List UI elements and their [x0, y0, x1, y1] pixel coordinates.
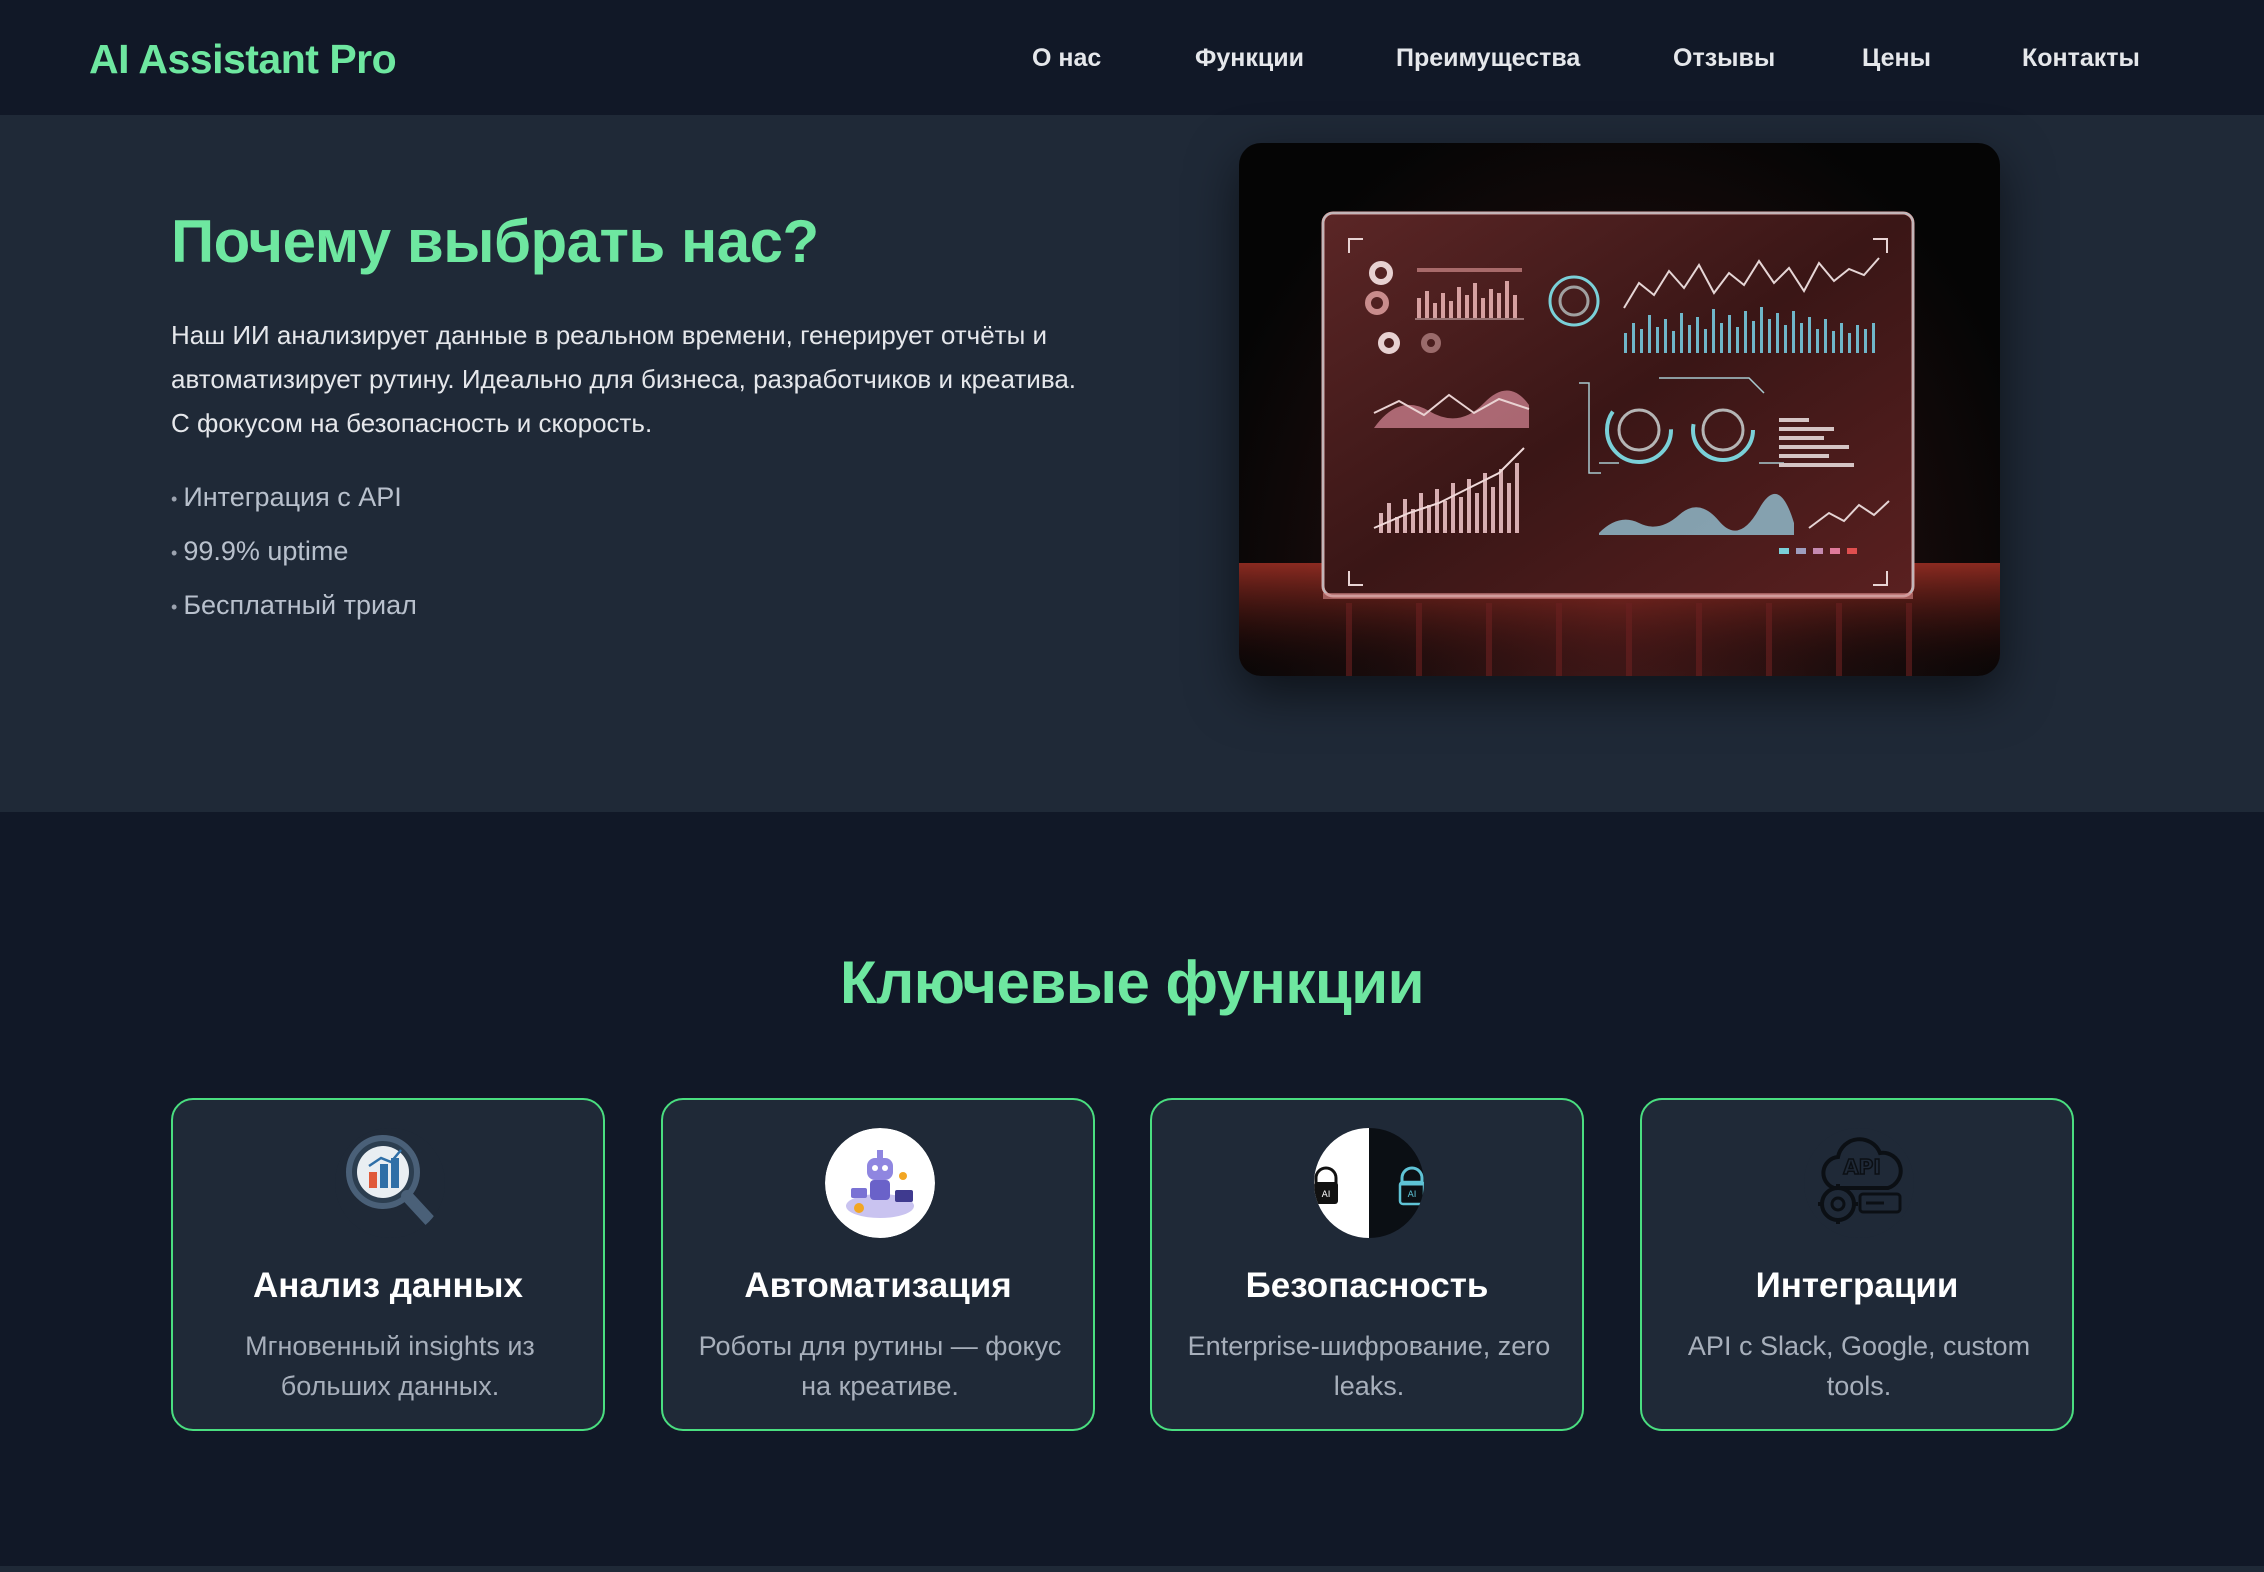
nav-link-reviews[interactable]: Отзывы — [1673, 44, 1775, 73]
section-divider — [0, 1566, 2264, 1572]
hero-title: Почему выбрать нас? — [171, 208, 819, 275]
features-title: Ключевые функции — [839, 949, 1425, 1016]
hero-bullet: • 99.9% uptime — [171, 536, 349, 566]
feature-card-integrations[interactable]: API Интеграции API с Slack, Google, cust… — [1640, 1098, 2074, 1431]
feature-card-description: Мгновенный insights из больших данных. — [245, 1331, 535, 1401]
nav-link-about[interactable]: О нас — [1032, 44, 1101, 73]
feature-card-title: Интеграции — [1755, 1266, 1959, 1305]
feature-card-automation[interactable]: Автоматизация Роботы для рутины — фокус … — [661, 1098, 1095, 1431]
security-lock-icon: AI AI — [1314, 1128, 1424, 1238]
feature-card-security[interactable]: AI AI Безопасность Enterprise-шифрование… — [1150, 1098, 1584, 1431]
svg-text:AI: AI — [1322, 1190, 1331, 1200]
nav-link-contacts[interactable]: Контакты — [2022, 44, 2140, 73]
dashboard-hero-image — [1239, 143, 2000, 676]
feature-card-title: Безопасность — [1245, 1266, 1489, 1305]
nav-link-pricing[interactable]: Цены — [1862, 44, 1931, 73]
api-cloud-icon: API — [1804, 1128, 1914, 1238]
nav-links: О нас Функции Преимущества Отзывы Цены К… — [0, 44, 2264, 80]
hero-description: Наш ИИ анализирует данные в реальном вре… — [171, 320, 1077, 438]
hero-bullet-list: • Интеграция с API • 99.9% uptime • Бесплат… — [171, 470, 417, 632]
hero-bullet: • Интеграция с API — [171, 482, 402, 512]
nav-link-advantages[interactable]: Преимущества — [1396, 44, 1580, 73]
feature-card-title: Автоматизация — [744, 1266, 1012, 1305]
hero-bullet: • Бесплатный триал — [171, 590, 417, 620]
svg-text:AI: AI — [1408, 1190, 1417, 1200]
feature-card-description: Enterprise-шифрование, zero leaks. — [1187, 1331, 1551, 1401]
feature-card-data-analysis[interactable]: Анализ данных Мгновенный insights из бол… — [171, 1098, 605, 1431]
feature-card-description: Роботы для рутины — фокус на креативе. — [698, 1331, 1062, 1401]
feature-card-title: Анализ данных — [252, 1266, 524, 1305]
hero-section: Почему выбрать нас? Наш ИИ анализирует д… — [0, 115, 2264, 812]
top-navigation: AI Assistant Pro О нас Функции Преимущес… — [0, 0, 2264, 115]
robot-automation-icon — [825, 1128, 935, 1238]
data-analysis-icon — [335, 1128, 445, 1238]
feature-card-description: API с Slack, Google, custom tools. — [1687, 1331, 2031, 1401]
svg-text:API: API — [1843, 1155, 1881, 1179]
nav-link-features[interactable]: Функции — [1195, 44, 1304, 73]
